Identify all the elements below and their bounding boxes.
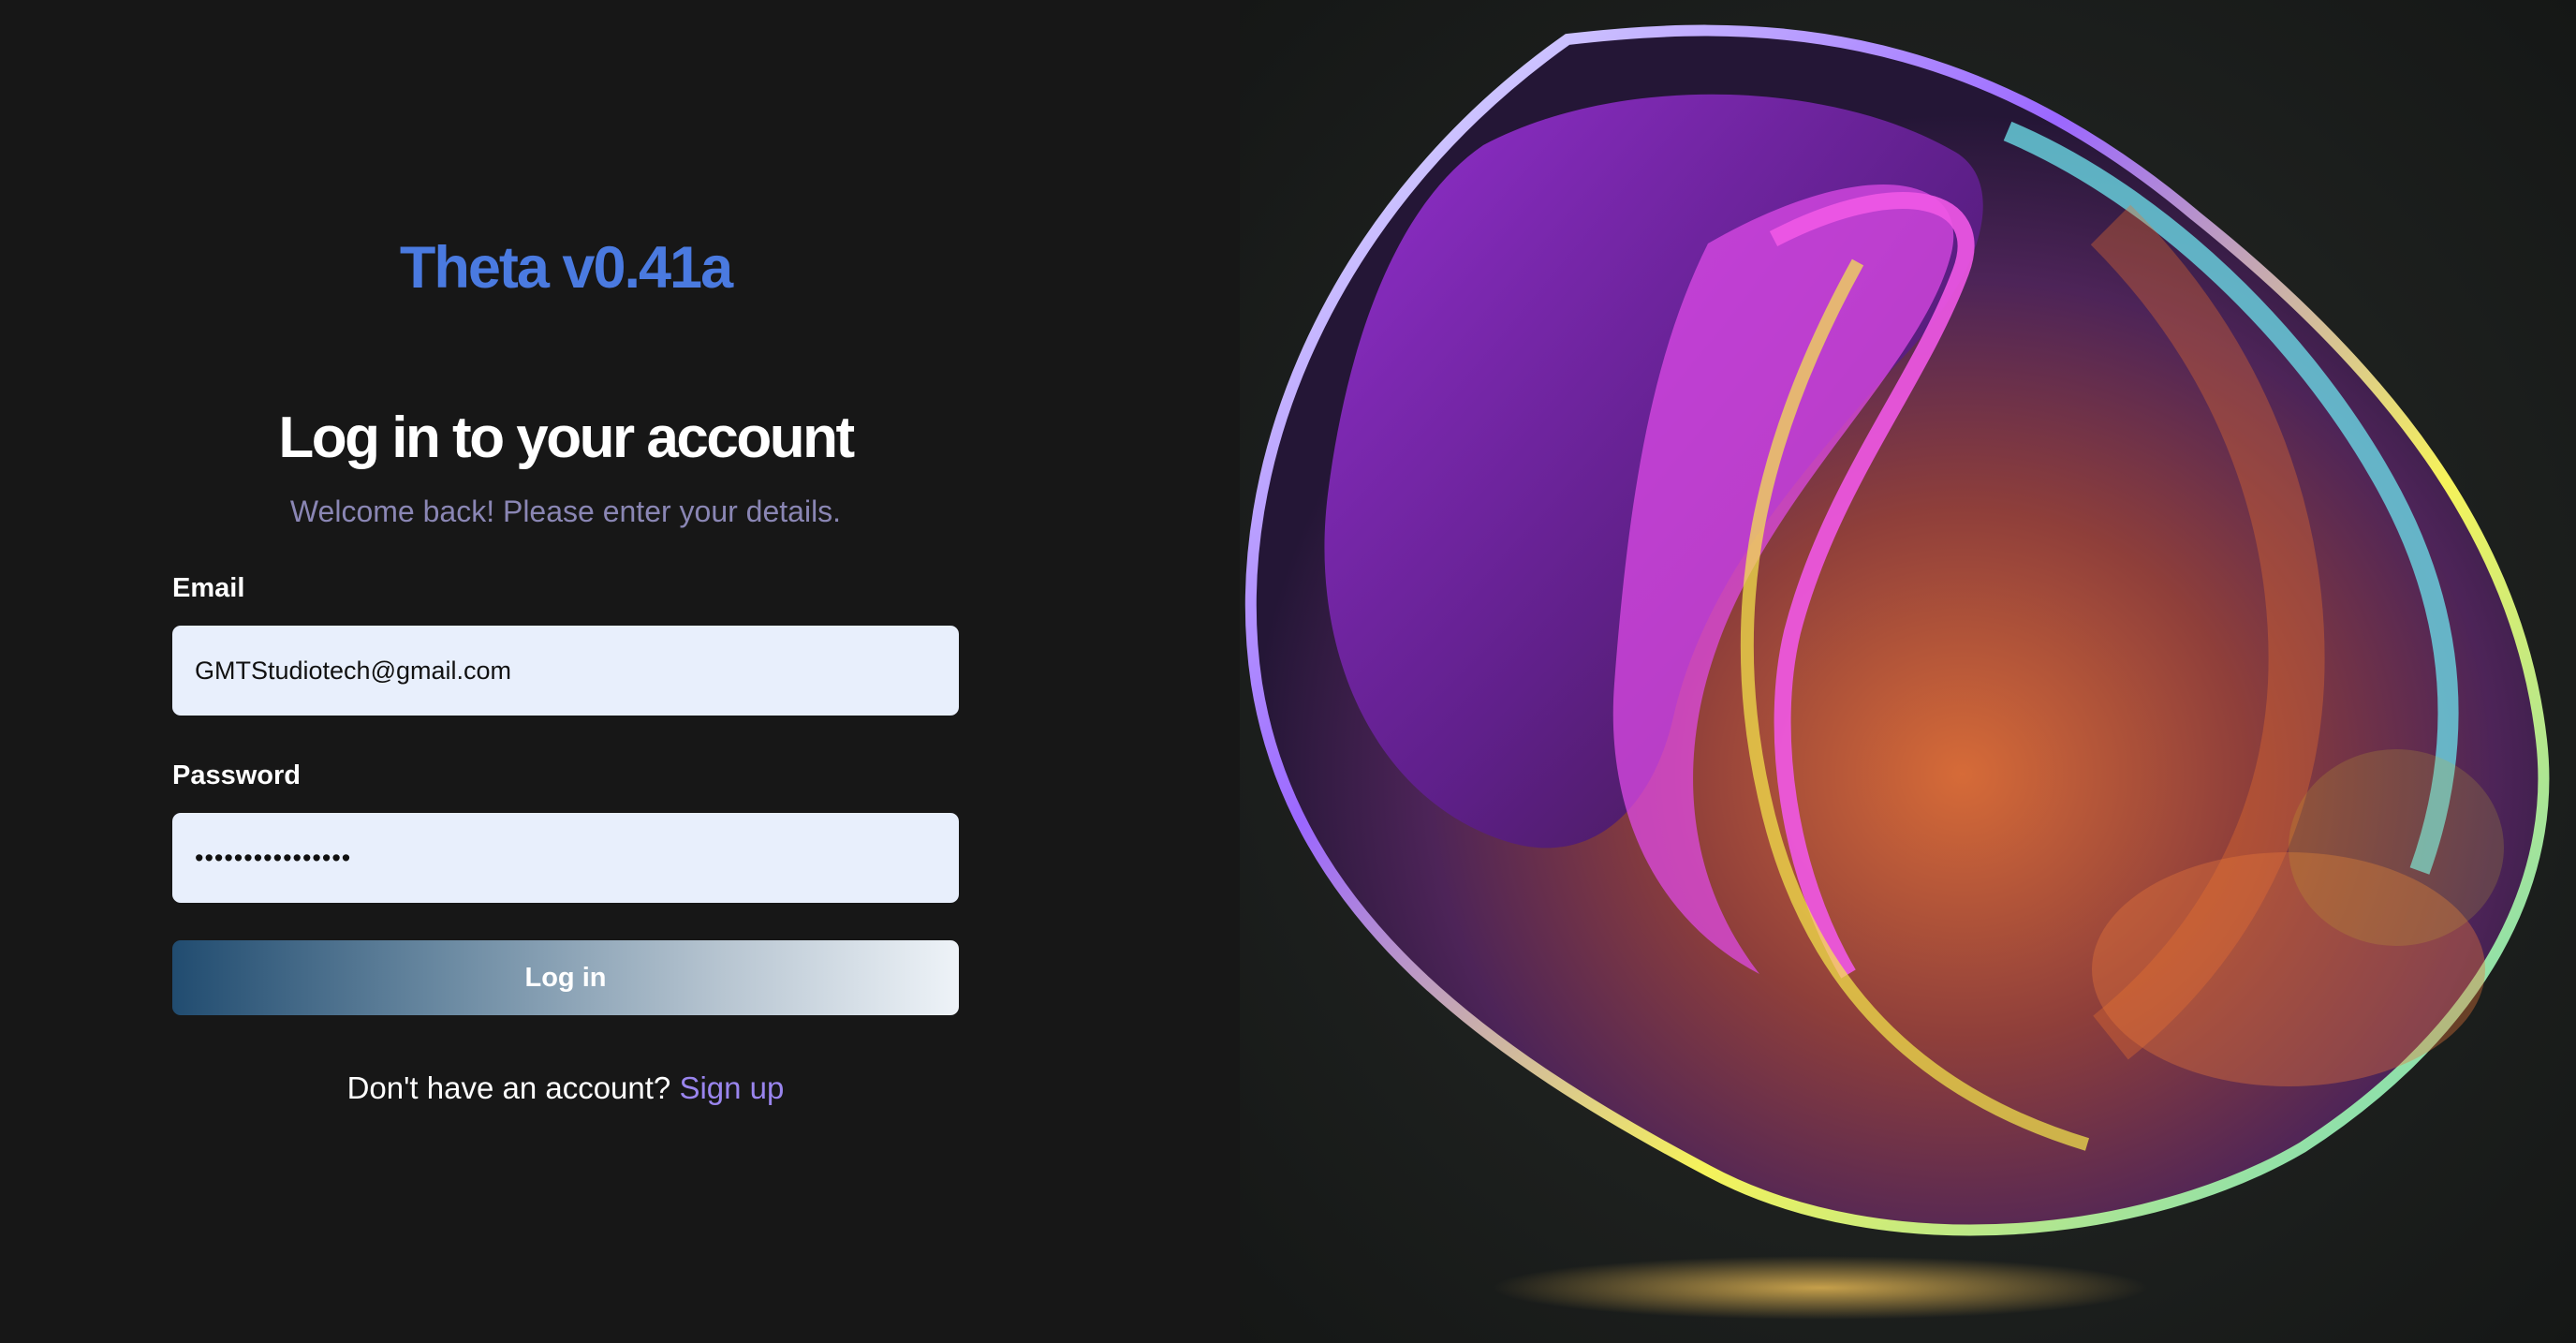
email-field[interactable]	[172, 626, 959, 716]
login-button[interactable]: Log in	[172, 940, 959, 1015]
abstract-glass-shape-image	[1244, 24, 2550, 1320]
signup-prompt: Don't have an account? Sign up	[0, 1070, 1131, 1106]
email-label: Email	[172, 573, 245, 603]
password-label: Password	[172, 760, 301, 790]
signup-link[interactable]: Sign up	[679, 1070, 784, 1105]
brand-title: Theta v0.41a	[399, 235, 733, 301]
login-panel: Theta v0.41a Log in to your account Welc…	[0, 0, 1240, 1343]
hero-image-panel	[1240, 0, 2576, 1343]
page-subtitle: Welcome back! Please enter your details.	[289, 494, 842, 528]
password-field[interactable]	[172, 813, 959, 903]
page-title: Log in to your account	[278, 406, 855, 470]
signup-prompt-text: Don't have an account?	[346, 1070, 671, 1105]
login-page: Theta v0.41a Log in to your account Welc…	[0, 0, 2576, 1343]
